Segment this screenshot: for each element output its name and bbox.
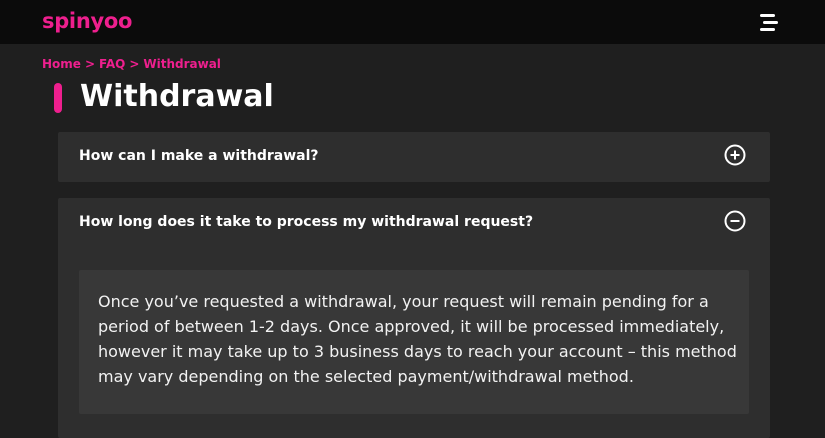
faq-item-collapsed[interactable]: How can I make a withdrawal? xyxy=(58,132,770,182)
plus-circle-icon[interactable] xyxy=(724,144,746,166)
faq-answer-panel: Once you’ve requested a withdrawal, your… xyxy=(79,270,749,414)
minus-circle-icon[interactable] xyxy=(724,210,746,232)
breadcrumb-current-page[interactable]: Withdrawal xyxy=(143,57,221,71)
faq-item-expanded[interactable]: How long does it take to process my with… xyxy=(58,198,770,438)
breadcrumb: Home > FAQ > Withdrawal xyxy=(42,57,221,71)
faq-question[interactable]: How can I make a withdrawal? xyxy=(79,148,319,164)
top-navigation-bar: spinyoo xyxy=(0,0,825,44)
spinyoo-logo[interactable]: spinyoo xyxy=(42,9,132,33)
faq-answer-text: Once you’ve requested a withdrawal, your… xyxy=(98,292,737,386)
title-accent-bar xyxy=(54,83,62,113)
page-title: Withdrawal xyxy=(80,79,274,114)
hamburger-menu-icon[interactable] xyxy=(758,12,780,32)
breadcrumb-faq-link[interactable]: FAQ xyxy=(99,57,125,71)
faq-question[interactable]: How long does it take to process my with… xyxy=(79,214,533,230)
breadcrumb-separator: > xyxy=(84,57,95,71)
breadcrumb-home-link[interactable]: Home xyxy=(42,57,81,71)
breadcrumb-separator: > xyxy=(129,57,140,71)
